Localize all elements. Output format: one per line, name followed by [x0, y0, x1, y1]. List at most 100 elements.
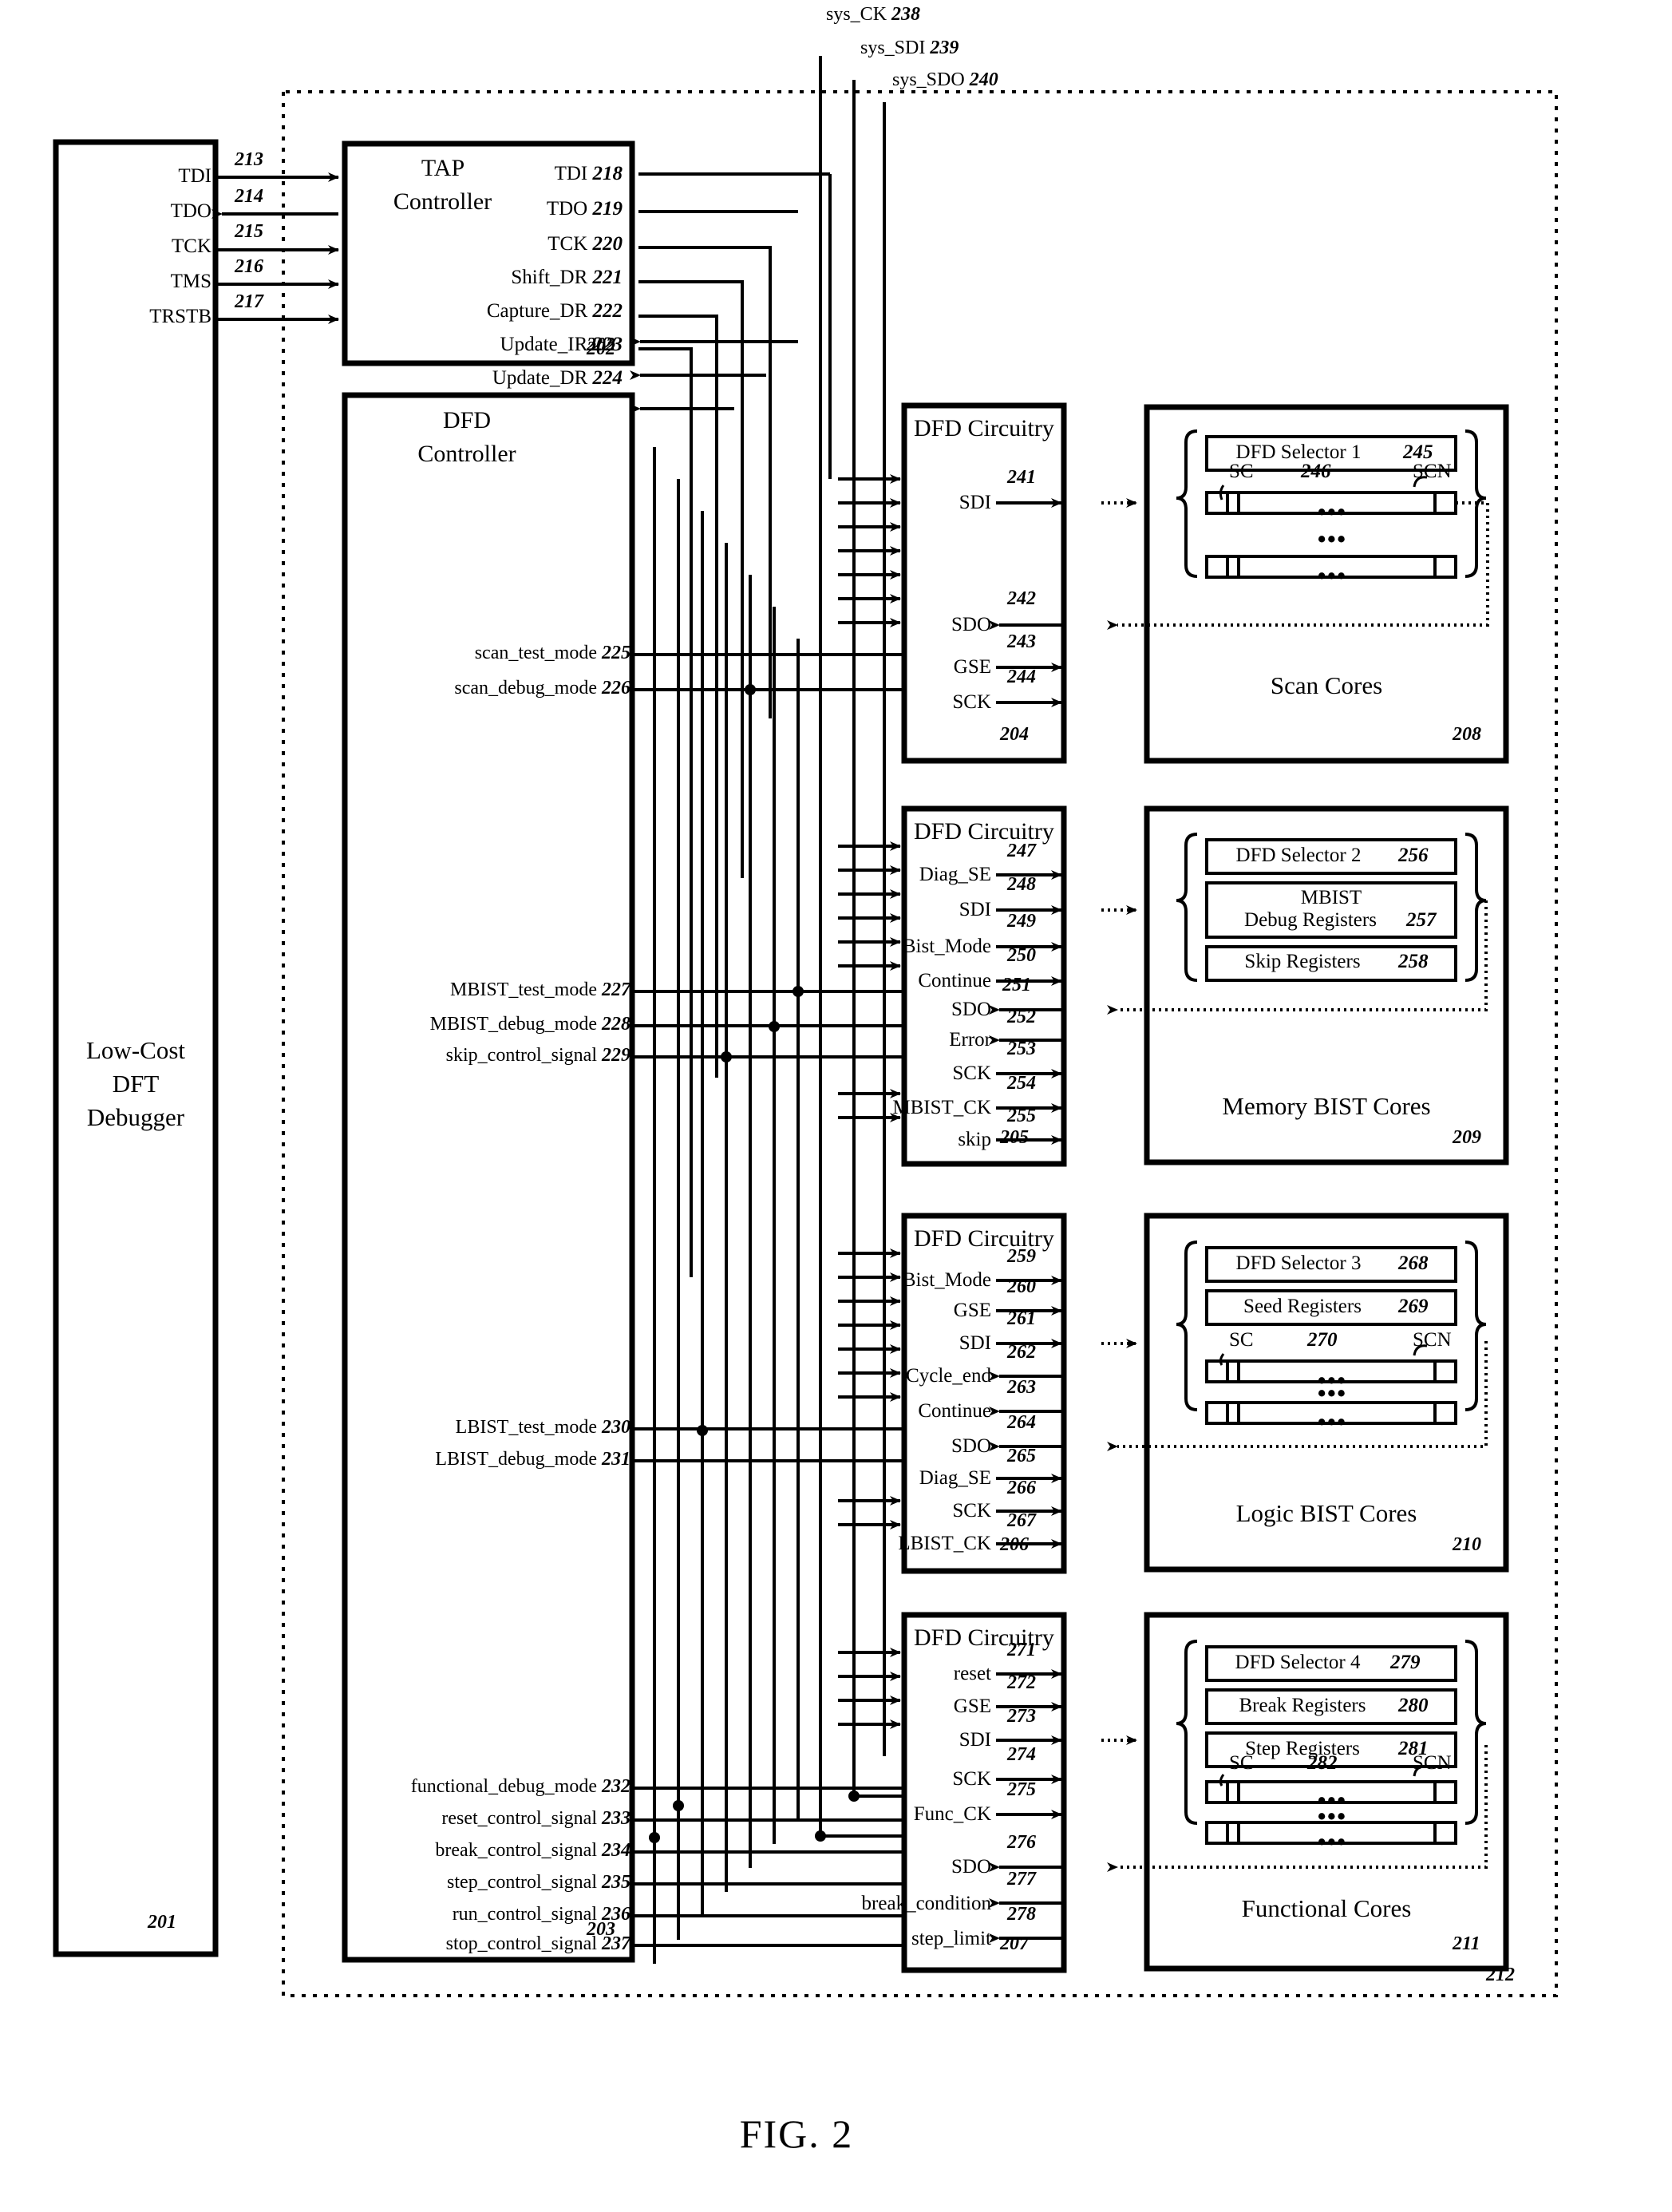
- dfd-selector-2-num: 256: [1398, 845, 1429, 866]
- dfd-ctrl-port-scan-test-mode: scan_test_mode 225: [474, 643, 630, 663]
- skip-registers-label: Skip Registers: [1244, 951, 1361, 972]
- dfd-ctrl-port-lbist-test-mode: LBIST_test_mode 230: [455, 1417, 630, 1438]
- tap-port-capture-dr: Capture_DR 222: [486, 300, 623, 322]
- port-label-gse-272: GSE: [953, 1696, 991, 1717]
- dfd-selector-1-label: DFD Selector 1: [1235, 441, 1362, 463]
- dfd-ctrl-port-break-control-signal: break_control_signal 234: [435, 1840, 630, 1861]
- signal-ref-248: 248: [1007, 874, 1036, 895]
- signal-ref-241: 241: [1007, 467, 1036, 488]
- functional-cores-title: Functional Cores: [1241, 1894, 1412, 1922]
- port-label-break-condition-277: break_condition: [861, 1893, 991, 1914]
- ellipsis-dots: •••: [1317, 560, 1346, 592]
- signal-ref-274: 274: [1007, 1744, 1036, 1765]
- dfd-circuitry-ref-206: 206: [1000, 1534, 1029, 1555]
- logic-bist-cores-ref-210: 210: [1453, 1534, 1481, 1555]
- dfd-ctrl-port-functional-debug-mode: functional_debug_mode 232: [410, 1776, 630, 1797]
- dfd-selector-1-num: 245: [1403, 441, 1433, 463]
- signal-ref-267: 267: [1007, 1510, 1036, 1531]
- seed-registers-label: Seed Registers: [1243, 1296, 1362, 1317]
- link-ref-217: 217: [235, 291, 263, 312]
- dfd-ctrl-port-stop-control-signal: stop_control_signal 237: [445, 1933, 630, 1954]
- port-label-sck-253: SCK: [952, 1062, 991, 1084]
- port-label-step-limit-278: step_limit: [911, 1928, 991, 1949]
- signal-ref-253: 253: [1007, 1039, 1036, 1059]
- scan-chain-scn-label-4: SCN: [1413, 1752, 1452, 1774]
- signal-ref-275: 275: [1007, 1779, 1036, 1800]
- debugger-title-line-1: DFT: [112, 1070, 160, 1098]
- dfd-selector-2-label: DFD Selector 2: [1235, 845, 1362, 866]
- mbist-debug-registers-line-2: Debug Registers: [1244, 909, 1377, 931]
- port-label-gse-243: GSE: [953, 656, 991, 678]
- signal-ref-249: 249: [1007, 911, 1036, 932]
- port-label-sdo-276: SDO: [951, 1856, 991, 1878]
- signal-ref-277: 277: [1007, 1869, 1036, 1889]
- dfd-controller-title-0: DFD: [442, 407, 491, 433]
- figure-caption: FIG. 2: [739, 2111, 854, 2156]
- break-registers-num: 280: [1398, 1695, 1429, 1716]
- ellipsis-dots: •••: [1317, 524, 1346, 555]
- debugger-title-line-0: Low-Cost: [86, 1036, 185, 1064]
- memory-bist-cores-ref-209: 209: [1453, 1127, 1481, 1148]
- ellipsis-dots: •••: [1317, 1378, 1346, 1409]
- port-label-gse-260: GSE: [953, 1300, 991, 1321]
- dfd-selector-3-num: 268: [1398, 1252, 1429, 1274]
- signal-ref-272: 272: [1007, 1672, 1036, 1693]
- dfd-selector-3-label: DFD Selector 3: [1235, 1252, 1362, 1274]
- signal-ref-251: 251: [1002, 975, 1031, 995]
- scan-chain-num-270: 270: [1307, 1329, 1338, 1351]
- port-label-sdi-248: SDI: [959, 899, 991, 920]
- signal-ref-276: 276: [1007, 1832, 1036, 1853]
- signal-ref-271: 271: [1007, 1640, 1036, 1660]
- port-label-error-252: Error: [949, 1029, 991, 1051]
- tap-port-tdo: TDO 219: [546, 198, 623, 220]
- signal-ref-265: 265: [1007, 1446, 1036, 1466]
- tap-port-shift-dr: Shift_DR 221: [511, 267, 623, 288]
- port-label-diag-se-247: Diag_SE: [919, 864, 991, 885]
- ellipsis-dots: •••: [1317, 497, 1346, 528]
- dfd-selector-4-num: 279: [1390, 1652, 1421, 1673]
- debugger-port-tdi: TDI: [178, 165, 211, 187]
- signal-ref-252: 252: [1007, 1007, 1036, 1027]
- dfd-circuitry-ref-207: 207: [1000, 1933, 1029, 1954]
- dfd-selector-4-label: DFD Selector 4: [1235, 1652, 1361, 1673]
- signal-ref-260: 260: [1007, 1276, 1036, 1297]
- port-label-sdo-251: SDO: [951, 999, 991, 1020]
- signal-ref-244: 244: [1007, 667, 1036, 687]
- signal-ref-247: 247: [1007, 841, 1036, 861]
- signal-ref-254: 254: [1007, 1073, 1036, 1094]
- tap-port-update-ir: Update_IR 223: [500, 334, 623, 355]
- port-label-bist-mode-249: Bist_Mode: [902, 936, 991, 957]
- dfd-ctrl-port-step-control-signal: step_control_signal 235: [447, 1872, 630, 1893]
- skip-registers-num: 258: [1398, 951, 1429, 972]
- chip-boundary-ref-212: 212: [1486, 1965, 1515, 1985]
- scan-cores-title: Scan Cores: [1270, 671, 1383, 699]
- debugger-title-line-2: Debugger: [86, 1103, 185, 1131]
- port-label-continue-250: Continue: [918, 970, 991, 991]
- tap-port-tck: TCK 220: [547, 233, 623, 255]
- signal-ref-264: 264: [1007, 1412, 1036, 1433]
- seed-registers-num: 269: [1398, 1296, 1429, 1317]
- scan-chain-scn-label-3: SCN: [1413, 1329, 1452, 1351]
- ellipsis-dots: •••: [1317, 1826, 1346, 1858]
- signal-ref-250: 250: [1007, 945, 1036, 966]
- sys-signal-label-0: sys_CK 238: [826, 4, 921, 25]
- dfd-circuitry-ref-204: 204: [1000, 724, 1029, 745]
- dfd-ctrl-port-skip-control-signal: skip_control_signal 229: [445, 1045, 630, 1066]
- sys-signal-label-1: sys_SDI 239: [860, 38, 959, 58]
- port-label-sdi-261: SDI: [959, 1332, 991, 1354]
- break-registers-label: Break Registers: [1239, 1695, 1366, 1716]
- mbist-debug-registers-line-1: MBIST: [1300, 887, 1362, 908]
- functional-cores-ref-211: 211: [1453, 1933, 1480, 1954]
- signal-ref-261: 261: [1007, 1308, 1036, 1329]
- scan-chain-sc-label-4: SC: [1229, 1752, 1254, 1774]
- scan-chain-sc-label-1: SC: [1229, 461, 1254, 482]
- debugger-port-tdo: TDO: [170, 200, 211, 222]
- scan-chain-scn-label-1: SCN: [1413, 461, 1452, 482]
- dfd-circuitry-title-1: DFD Circuitry: [914, 415, 1054, 441]
- link-ref-214: 214: [235, 186, 263, 207]
- link-ref-216: 216: [235, 256, 263, 277]
- port-label-sdi-273: SDI: [959, 1729, 991, 1751]
- port-label-sdi-241: SDI: [959, 492, 991, 513]
- link-ref-215: 215: [235, 221, 263, 242]
- debugger-port-trstb: TRSTB: [149, 306, 211, 327]
